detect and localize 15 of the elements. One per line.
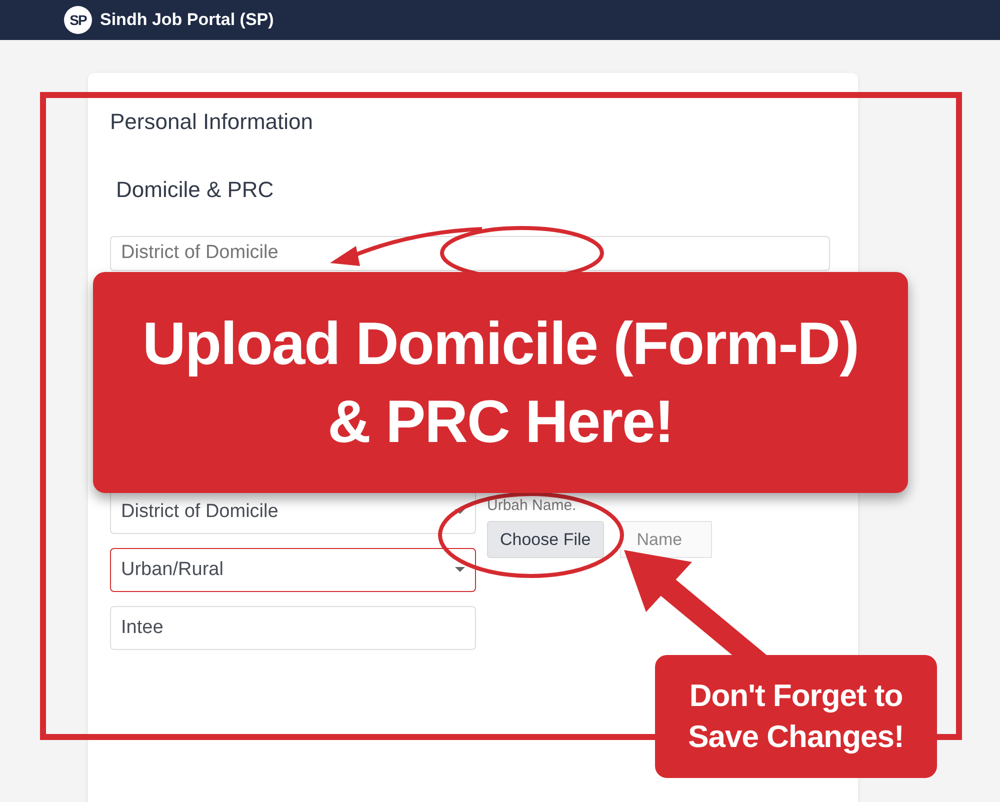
form-title: Personal Information: [110, 109, 314, 136]
caret-icon: [455, 567, 465, 572]
field-label: Urbah Name.: [487, 496, 576, 516]
reminder-text: Don't Forget to: [689, 677, 903, 716]
section-title: Domicile & PRC: [116, 177, 275, 204]
callout-text: & PRC Here!: [328, 386, 674, 456]
logo-icon: SP: [64, 6, 92, 34]
callout-text: Upload Domicile (Form-D): [142, 308, 858, 378]
site-title: Sindh Job Portal (SP): [100, 9, 274, 32]
select-field[interactable]: Urban/Rural: [110, 548, 476, 592]
text-field[interactable]: District of Domicile: [110, 236, 830, 271]
caret-icon: [455, 509, 465, 514]
text-field[interactable]: Intee: [110, 606, 476, 650]
choose-file-button[interactable]: Choose File: [487, 521, 604, 558]
reminder-text: Save Changes!: [688, 718, 904, 756]
